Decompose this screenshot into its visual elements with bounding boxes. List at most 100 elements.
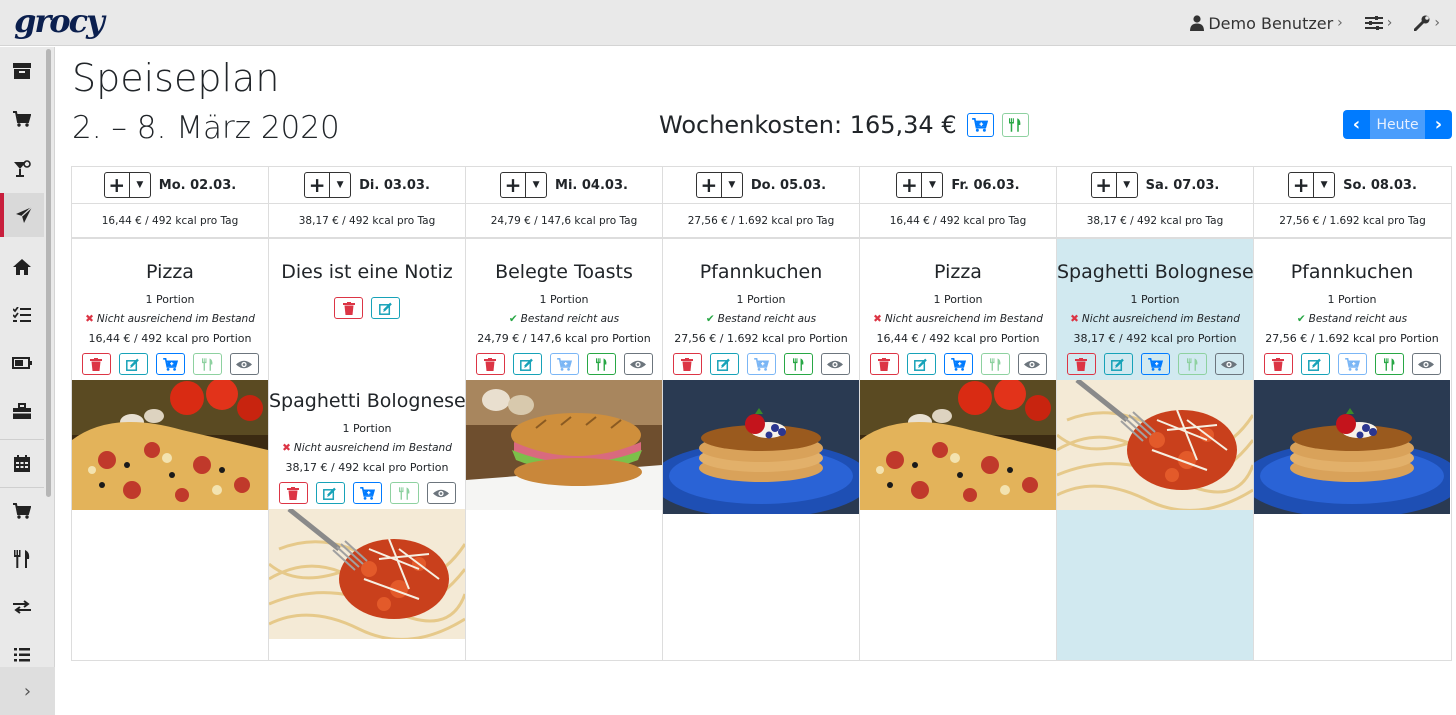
view-recipe-button[interactable] bbox=[820, 353, 850, 375]
add-recipe-button[interactable]: + bbox=[501, 173, 527, 197]
consume-recipe-button[interactable] bbox=[192, 353, 222, 375]
trash-icon bbox=[878, 357, 890, 371]
recipe-entry: Pfannkuchen 1 Portion ✔ Bestand reicht a… bbox=[1254, 239, 1450, 514]
view-recipe-button[interactable] bbox=[229, 353, 259, 375]
consume-recipe-button[interactable] bbox=[389, 482, 419, 504]
add-to-shoppinglist-button[interactable] bbox=[155, 353, 185, 375]
sidebar-item-purchase[interactable] bbox=[0, 489, 44, 533]
delete-recipe-button[interactable] bbox=[81, 353, 111, 375]
consume-recipe-button[interactable] bbox=[783, 353, 813, 375]
view-recipe-button[interactable] bbox=[1214, 353, 1244, 375]
add-dropdown-toggle[interactable]: ▼ bbox=[1117, 173, 1137, 197]
recipe-name[interactable]: Pizza bbox=[72, 261, 268, 287]
sidebar-item-mealplan[interactable] bbox=[0, 193, 44, 237]
tasks-icon bbox=[13, 307, 31, 322]
app-logo[interactable]: grocy bbox=[14, 2, 105, 40]
add-recipe-button[interactable]: + bbox=[697, 173, 722, 197]
consume-recipe-button[interactable] bbox=[980, 353, 1010, 375]
add-dropdown-toggle[interactable]: ▼ bbox=[1314, 173, 1334, 197]
sidebar-item-equipment[interactable] bbox=[0, 389, 44, 433]
sidebar-item-calendar[interactable] bbox=[0, 441, 44, 485]
recipe-name[interactable]: Pfannkuchen bbox=[1254, 261, 1450, 287]
day-label: Mi. 04.03. bbox=[555, 177, 628, 193]
sidebar-item-shoppinglist[interactable] bbox=[0, 97, 44, 141]
add-recipe-button[interactable]: + bbox=[1092, 173, 1117, 197]
edit-icon bbox=[323, 487, 336, 500]
recipe-name[interactable]: Pizza bbox=[860, 261, 1056, 287]
page-title: Speiseplan bbox=[72, 56, 280, 100]
sidebar-item-stock[interactable] bbox=[0, 49, 44, 93]
edit-recipe-button[interactable] bbox=[315, 482, 345, 504]
recipe-name[interactable]: Pfannkuchen bbox=[663, 261, 859, 287]
x-icon: ✖ bbox=[873, 313, 882, 325]
recipe-name[interactable]: Belegte Toasts bbox=[466, 261, 662, 287]
settings-menu[interactable]: › bbox=[1364, 15, 1392, 31]
add-recipe-button[interactable]: + bbox=[897, 173, 923, 197]
week-consume-button[interactable] bbox=[1001, 113, 1029, 137]
edit-recipe-button[interactable] bbox=[709, 353, 739, 375]
consume-recipe-button[interactable] bbox=[1374, 353, 1404, 375]
add-to-shoppinglist-button[interactable] bbox=[549, 353, 579, 375]
delete-recipe-button[interactable] bbox=[278, 482, 308, 504]
consume-recipe-button[interactable] bbox=[586, 353, 616, 375]
delete-note-button[interactable] bbox=[334, 297, 363, 319]
delete-recipe-button[interactable] bbox=[1263, 353, 1293, 375]
recipe-name[interactable]: Spaghetti Bolognese bbox=[269, 390, 466, 416]
consume-recipe-button[interactable] bbox=[1177, 353, 1207, 375]
delete-recipe-button[interactable] bbox=[475, 353, 505, 375]
sidebar-expand-button[interactable]: › bbox=[0, 667, 55, 715]
delete-recipe-button[interactable] bbox=[869, 353, 899, 375]
recipe-entry: Belegte Toasts 1 Portion ✔ Bestand reich… bbox=[466, 239, 662, 510]
sidebar-item-tasks[interactable] bbox=[0, 293, 44, 337]
recipe-image bbox=[663, 380, 859, 514]
add-recipe-button[interactable]: + bbox=[1289, 173, 1315, 197]
day-column: + ▼ Do. 05.03. 27,56 € / 1.692 kcal pro … bbox=[663, 167, 860, 660]
add-to-shoppinglist-button[interactable] bbox=[1337, 353, 1367, 375]
delete-recipe-button[interactable] bbox=[1066, 353, 1096, 375]
add-dropdown-toggle[interactable]: ▼ bbox=[722, 173, 742, 197]
cocktail-icon bbox=[14, 160, 31, 177]
day-label: Do. 05.03. bbox=[750, 177, 827, 193]
user-menu[interactable]: Demo Benutzer › bbox=[1190, 14, 1343, 33]
stock-status-text: Nicht ausreichend im Bestand bbox=[96, 313, 255, 325]
add-recipe-button[interactable]: + bbox=[305, 173, 331, 197]
add-dropdown-toggle[interactable]: ▼ bbox=[330, 173, 350, 197]
sidebar-item-consume[interactable] bbox=[0, 537, 44, 581]
stock-status-text: Bestand reicht aus bbox=[520, 313, 620, 325]
sidebar-scrollbar[interactable] bbox=[46, 49, 51, 497]
view-recipe-button[interactable] bbox=[1411, 353, 1441, 375]
sidebar-item-recipes[interactable] bbox=[0, 147, 44, 191]
add-to-shoppinglist-button[interactable] bbox=[1140, 353, 1170, 375]
add-dropdown-toggle[interactable]: ▼ bbox=[922, 173, 942, 197]
sidebar-item-chores[interactable] bbox=[0, 245, 44, 289]
today-button[interactable]: Heute bbox=[1370, 110, 1425, 139]
add-to-shoppinglist-button[interactable] bbox=[746, 353, 776, 375]
next-week-button[interactable]: › bbox=[1425, 110, 1452, 139]
day-body: Spaghetti Bolognese 1 Portion ✖ Nicht au… bbox=[1057, 239, 1254, 660]
edit-recipe-button[interactable] bbox=[1300, 353, 1330, 375]
day-column: + ▼ Fr. 06.03. 16,44 € / 492 kcal pro Ta… bbox=[860, 167, 1057, 660]
add-dropdown-toggle[interactable]: ▼ bbox=[130, 173, 150, 197]
add-recipe-button[interactable]: + bbox=[105, 173, 130, 197]
edit-note-button[interactable] bbox=[371, 297, 400, 319]
edit-recipe-button[interactable] bbox=[512, 353, 542, 375]
sidebar-item-transfer[interactable] bbox=[0, 585, 44, 629]
add-to-shoppinglist-button[interactable] bbox=[943, 353, 973, 375]
previous-week-button[interactable]: ‹ bbox=[1343, 110, 1370, 139]
stock-status: ✔ Bestand reicht aus bbox=[1254, 313, 1450, 325]
add-dropdown-toggle[interactable]: ▼ bbox=[526, 173, 546, 197]
week-add-to-shoppinglist-button[interactable] bbox=[966, 113, 994, 137]
day-column: + ▼ So. 08.03. 27,56 € / 1.692 kcal pro … bbox=[1254, 167, 1451, 660]
add-to-shoppinglist-button[interactable] bbox=[352, 482, 382, 504]
edit-recipe-button[interactable] bbox=[906, 353, 936, 375]
edit-recipe-button[interactable] bbox=[1103, 353, 1133, 375]
view-recipe-button[interactable] bbox=[1017, 353, 1047, 375]
view-recipe-button[interactable] bbox=[426, 482, 456, 504]
cart-plus-icon bbox=[972, 118, 989, 132]
edit-recipe-button[interactable] bbox=[118, 353, 148, 375]
delete-recipe-button[interactable] bbox=[672, 353, 702, 375]
tools-menu[interactable]: › bbox=[1414, 15, 1440, 31]
view-recipe-button[interactable] bbox=[623, 353, 653, 375]
sidebar-item-batteries[interactable] bbox=[0, 341, 44, 385]
recipe-name[interactable]: Spaghetti Bolognese bbox=[1057, 261, 1254, 287]
